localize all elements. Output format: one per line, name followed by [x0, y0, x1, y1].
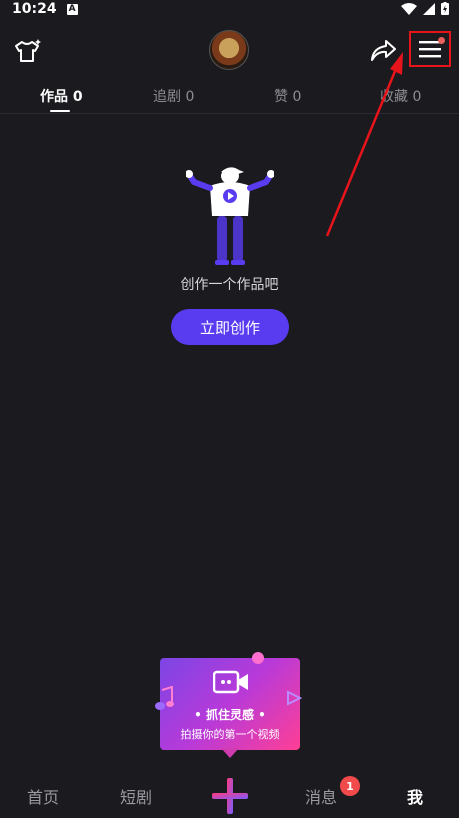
- share-button[interactable]: [367, 36, 399, 66]
- status-time: 10:24: [12, 1, 57, 17]
- tab-following-drama[interactable]: 追剧 0: [153, 86, 194, 106]
- first-video-promo[interactable]: • 抓住灵感 • 拍摄你的第一个视频: [155, 652, 302, 758]
- nav-me[interactable]: 我: [407, 784, 423, 808]
- status-indicators: [401, 2, 449, 15]
- active-tab-indicator: [50, 110, 70, 112]
- tab-works[interactable]: 作品 0: [40, 86, 83, 106]
- content-tabs: 作品 0 追剧 0 赞 0 收藏 0: [0, 84, 459, 114]
- play-triangle-icon: [287, 690, 302, 706]
- avatar[interactable]: [209, 30, 249, 70]
- tab-likes[interactable]: 赞 0: [274, 86, 301, 106]
- menu-button[interactable]: [409, 31, 451, 67]
- menu-notification-dot: [438, 37, 445, 44]
- nav-home[interactable]: 首页: [27, 784, 59, 808]
- promo-pointer: [221, 748, 239, 758]
- hamburger-menu-icon: [419, 41, 441, 58]
- messages-badge: 1: [340, 776, 360, 796]
- create-now-button[interactable]: 立即创作: [171, 309, 289, 345]
- signal-icon: [423, 2, 435, 15]
- nav-messages[interactable]: 消息: [305, 784, 337, 808]
- empty-state-message: 创作一个作品吧: [180, 277, 279, 293]
- notification-a-icon: A: [66, 3, 78, 15]
- empty-state-illustration: [186, 167, 274, 265]
- shirt-sparkle-icon: [15, 39, 41, 62]
- video-camera-icon: [213, 670, 248, 694]
- profile-header: [0, 28, 459, 74]
- share-icon: [371, 40, 396, 61]
- bottom-nav: 首页 短剧 消息 1 我: [0, 770, 459, 818]
- nav-short-drama[interactable]: 短剧: [120, 784, 152, 808]
- tab-favorites[interactable]: 收藏 0: [380, 86, 421, 106]
- wifi-icon: [401, 2, 417, 15]
- outfit-shirt-button[interactable]: [12, 36, 44, 66]
- promo-subtitle: 拍摄你的第一个视频: [180, 728, 280, 741]
- promo-title: • 抓住灵感 •: [194, 708, 266, 722]
- status-bar: 10:24 A: [0, 0, 459, 18]
- create-plus-icon[interactable]: [210, 776, 250, 816]
- decor-bubble: [252, 652, 264, 664]
- battery-icon: [441, 2, 449, 15]
